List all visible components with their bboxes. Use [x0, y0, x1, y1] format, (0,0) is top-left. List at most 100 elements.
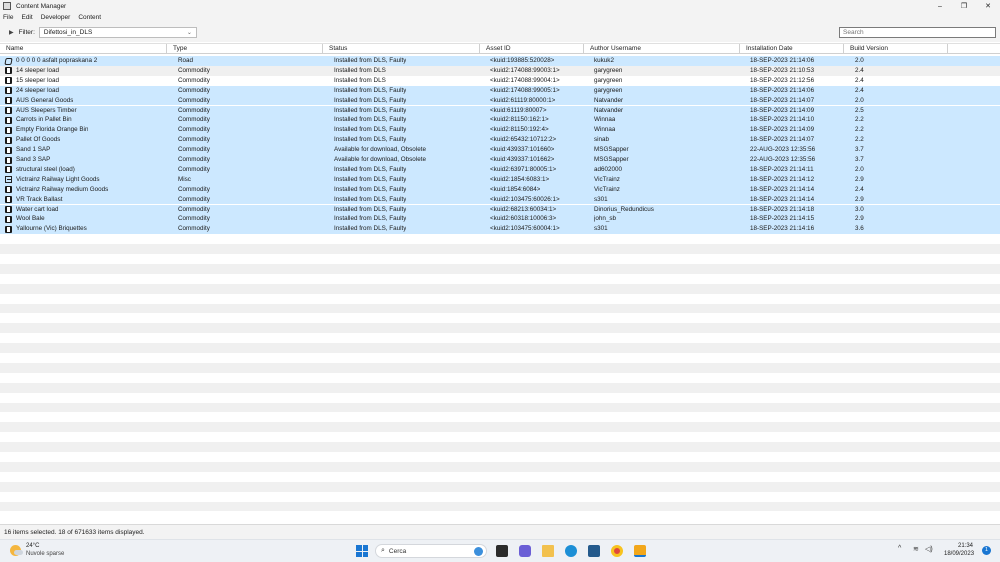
table-row[interactable]: Wool Bale Commodity Installed from DLS, Fa…: [0, 214, 1000, 225]
column-header-status[interactable]: Status: [323, 44, 480, 54]
taskbar: 24°C Nuvole sparse ⌕ Cerca ^ ≋ ◁) 21:34 …: [0, 539, 1000, 562]
column-header-name[interactable]: Name: [0, 44, 167, 54]
file-explorer-icon[interactable]: [542, 545, 554, 557]
cell-date: 18-SEP-2023 21:14:16: [750, 225, 815, 233]
search-input[interactable]: [839, 27, 996, 38]
cell-asset-id: <kuid:439337:101662>: [490, 156, 555, 163]
title-bar: Content Manager – ❐ ✕: [0, 0, 1000, 12]
clock-date[interactable]: 18/09/2023: [944, 551, 974, 557]
edge-browser-icon[interactable]: [565, 545, 577, 557]
cell-type: Commodity: [178, 76, 210, 84]
table-row[interactable]: structural steel (load) Commodity Installe…: [0, 164, 1000, 175]
cell-build: 3.7: [855, 146, 864, 154]
column-header-type[interactable]: Type: [167, 44, 323, 54]
table-row[interactable]: Sand 1 SAP Commodity Available for downloa…: [0, 145, 1000, 155]
cell-date: 18-SEP-2023 21:12:56: [750, 76, 815, 84]
empty-row: [0, 501, 1000, 512]
task-view-icon[interactable]: [496, 545, 508, 557]
cell-status: Installed from DLS, Faulty: [334, 225, 407, 233]
table-row[interactable]: Water cart load Commodity Installed from D…: [0, 204, 1000, 215]
table-row[interactable]: Sand 3 SAP Commodity Available for downloa…: [0, 155, 1000, 165]
restore-button[interactable]: ❐: [952, 0, 976, 12]
table-row[interactable]: Pallet Of Goods Commodity Installed from D…: [0, 135, 1000, 146]
cell-build: 2.2: [855, 126, 864, 134]
table-row[interactable]: 14 sleeper load Commodity Installed from D…: [0, 65, 1000, 76]
cell-date: 18-SEP-2023 21:14:06: [750, 57, 815, 64]
cell-status: Installed from DLS, Faulty: [334, 165, 407, 173]
bing-icon[interactable]: [474, 547, 483, 556]
selection-status: 16 items selected. 18 of 671633 items di…: [4, 528, 145, 536]
cell-build: 2.9: [855, 215, 864, 223]
commodity-icon: [5, 186, 12, 194]
asset-list: 0 0 0 0 0 asfalt popraskana 2 Road Install…: [0, 56, 1000, 524]
empty-row: [0, 481, 1000, 492]
taskbar-search[interactable]: ⌕ Cerca: [375, 544, 487, 558]
table-row[interactable]: Carrots in Pallet Bin Commodity Installed …: [0, 115, 1000, 126]
cell-build: 2.2: [855, 116, 864, 124]
table-row[interactable]: 24 sleeper load Commodity Installed from D…: [0, 85, 1000, 96]
weather-icon[interactable]: [10, 545, 23, 556]
clock-time[interactable]: 21:34: [958, 543, 973, 549]
cell-author: garygreen: [594, 86, 623, 94]
table-row[interactable]: AUS Sleepers Timber Commodity Installed fr…: [0, 105, 1000, 116]
cell-build: 2.0: [855, 57, 864, 64]
cell-build: 2.9: [855, 195, 864, 203]
table-row[interactable]: Empty Florida Orange Bin Commodity Install…: [0, 125, 1000, 136]
cell-name: 0 0 0 0 0 asfalt popraskana 2: [16, 57, 98, 64]
weather-temperature[interactable]: 24°C: [26, 543, 39, 549]
empty-row: [0, 461, 1000, 472]
windows-start-icon[interactable]: [356, 545, 368, 557]
volume-icon[interactable]: ◁): [925, 545, 933, 553]
table-row[interactable]: 0 0 0 0 0 asfalt popraskana 2 Road Install…: [0, 56, 1000, 66]
empty-row: [0, 313, 1000, 324]
notification-badge[interactable]: 1: [982, 546, 991, 555]
cell-build: 2.9: [855, 175, 864, 183]
cell-build: 2.4: [855, 185, 864, 193]
menu-content[interactable]: Content: [78, 14, 101, 21]
cell-build: 2.0: [855, 96, 864, 104]
cell-author: s301: [594, 225, 608, 233]
table-row[interactable]: AUS General Goods Commodity Installed from…: [0, 95, 1000, 106]
play-icon[interactable]: ▶: [9, 29, 14, 36]
filter-dropdown[interactable]: Difettosi_in_DLS ⌄: [38, 27, 197, 38]
empty-row: [0, 432, 1000, 443]
empty-row: [0, 244, 1000, 254]
empty-row: [0, 293, 1000, 304]
weather-description[interactable]: Nuvole sparse: [26, 551, 64, 557]
cell-status: Installed from DLS, Faulty: [334, 86, 407, 94]
cell-author: garygreen: [594, 76, 623, 84]
wifi-icon[interactable]: ≋: [913, 545, 919, 553]
menu-developer[interactable]: Developer: [41, 14, 71, 21]
table-row[interactable]: VR Track Ballast Commodity Installed from …: [0, 194, 1000, 205]
search-icon: ⌕: [381, 547, 385, 554]
menu-edit[interactable]: Edit: [21, 14, 32, 21]
store-icon[interactable]: [588, 545, 600, 557]
cell-type: Commodity: [178, 116, 210, 124]
table-row[interactable]: Victrainz Railway Light Goods Misc Install…: [0, 174, 1000, 185]
teams-chat-icon[interactable]: [519, 545, 531, 557]
column-header-author[interactable]: Author Username: [584, 44, 740, 54]
content-manager-app-icon[interactable]: [634, 545, 646, 557]
close-button[interactable]: ✕: [976, 0, 1000, 12]
minimize-button[interactable]: –: [928, 0, 952, 12]
chevron-up-icon[interactable]: ^: [898, 545, 901, 552]
commodity-icon: [5, 215, 12, 223]
chrome-icon[interactable]: [611, 545, 623, 557]
empty-row: [0, 234, 1000, 245]
column-header-build-version[interactable]: Build Version: [844, 44, 948, 54]
cell-name: Carrots in Pallet Bin: [16, 116, 72, 124]
table-row[interactable]: 15 sleeper load Commodity Installed from D…: [0, 75, 1000, 86]
column-header-asset-id[interactable]: Asset ID: [480, 44, 584, 54]
cell-author: Winnaa: [594, 126, 616, 134]
cell-author: ad602000: [594, 165, 623, 173]
menu-file[interactable]: File: [3, 14, 13, 21]
cell-asset-id: <kuid2:81150:162:1>: [490, 116, 549, 124]
empty-row: [0, 491, 1000, 502]
table-row[interactable]: Victrainz Railway medium Goods Commodity I…: [0, 184, 1000, 195]
table-row[interactable]: Yallourne (Vic) Briquettes Commodity Insta…: [0, 224, 1000, 235]
cell-date: 18-SEP-2023 21:14:18: [750, 205, 815, 213]
empty-row: [0, 263, 1000, 274]
column-header-installation-date[interactable]: Installation Date: [740, 44, 844, 54]
commodity-icon: [5, 206, 12, 213]
cell-type: Road: [178, 57, 194, 64]
